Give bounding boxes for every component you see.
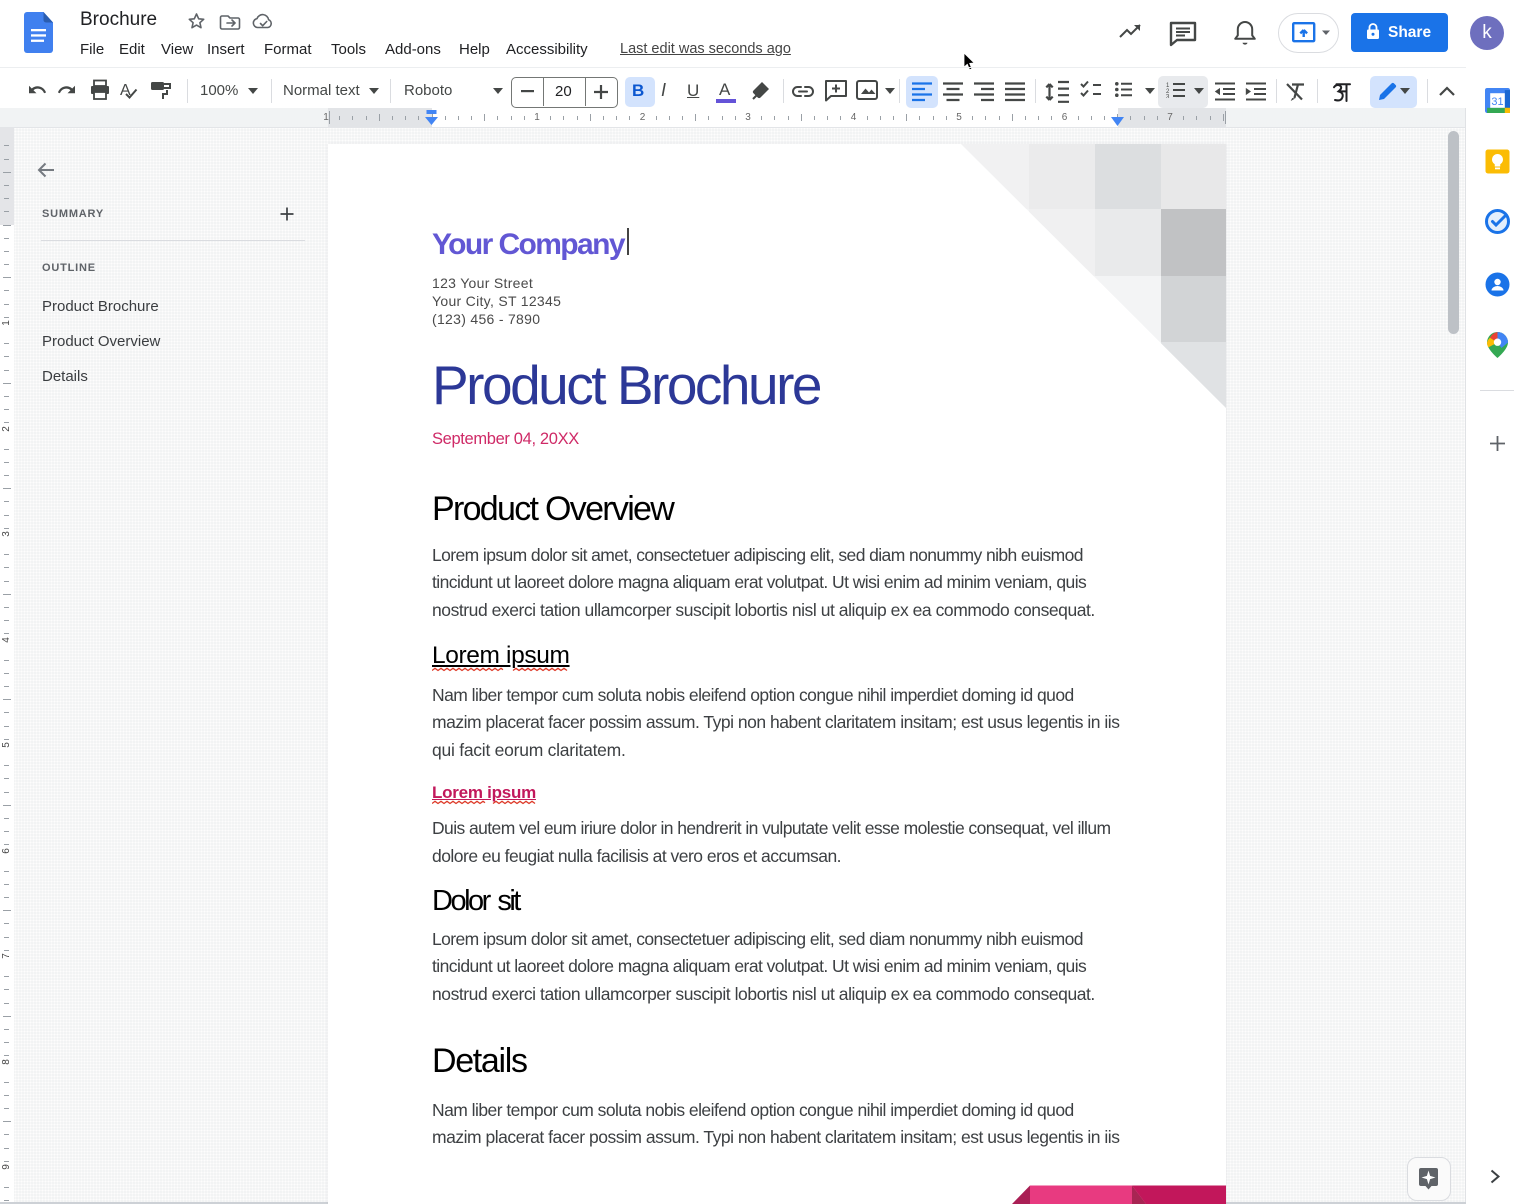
- svg-text:3: 3: [1166, 95, 1170, 99]
- svg-text:31: 31: [1491, 96, 1503, 108]
